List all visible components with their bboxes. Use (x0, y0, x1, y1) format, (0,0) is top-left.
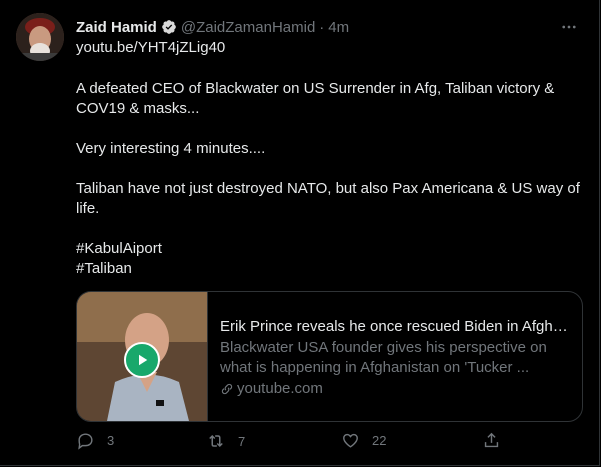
card-title: Erik Prince reveals he once rescued Bide… (220, 318, 570, 335)
tweet-text-line-3: Very interesting 4 minutes.... (76, 140, 266, 157)
tweet-header: Zaid Hamid @ZaidZamanHamid · 4m (76, 17, 349, 37)
hashtag-kabulaiport[interactable]: #KabulAiport (76, 239, 162, 259)
avatar[interactable] (16, 13, 64, 61)
share-button[interactable] (482, 431, 501, 450)
reply-button[interactable]: 3 (76, 431, 114, 450)
reply-count: 3 (107, 433, 115, 448)
tweet-container[interactable]: Zaid Hamid @ZaidZamanHamid · 4m youtu.be… (0, 0, 600, 466)
hashtag-taliban[interactable]: #Taliban (76, 259, 132, 279)
retweet-button[interactable]: 7 (206, 431, 245, 451)
tweet-text-line-4: Taliban have not just destroyed NATO, bu… (76, 180, 580, 197)
like-count: 22 (372, 433, 387, 448)
tweet-text-line-2: COV19 & masks... (76, 100, 200, 117)
retweet-count: 7 (238, 433, 246, 449)
card-domain: youtube.com (220, 379, 570, 399)
link-icon (221, 383, 233, 395)
video-thumbnail[interactable] (77, 292, 208, 421)
author-name[interactable]: Zaid Hamid (76, 19, 157, 36)
link-preview-card[interactable]: Erik Prince reveals he once rescued Bide… (76, 291, 583, 422)
card-description: Blackwater USA founder gives his perspec… (220, 338, 570, 378)
reply-icon (78, 433, 93, 450)
more-icon[interactable] (556, 14, 582, 40)
card-description-line-2: what is happening in Afghanistan on 'Tuc… (220, 359, 530, 376)
card-domain-text: youtube.com (237, 380, 323, 397)
card-body: Erik Prince reveals he once rescued Bide… (208, 292, 582, 421)
retweet-icon (209, 434, 223, 448)
tweet-link[interactable]: youtu.be/YHT4jZLig40 (76, 38, 225, 58)
author-handle[interactable]: @ZaidZamanHamid (181, 19, 315, 36)
share-icon (484, 432, 499, 448)
tweet-text-line-5: life. (76, 200, 100, 217)
separator-dot: · (319, 18, 325, 36)
like-button[interactable]: 22 (341, 431, 386, 450)
card-description-line-1: Blackwater USA founder gives his perspec… (220, 339, 547, 356)
play-icon[interactable] (124, 342, 160, 378)
like-icon (343, 433, 358, 448)
tweet-actions: 3 7 22 (76, 431, 506, 455)
tweet-timestamp[interactable]: 4m (328, 19, 349, 36)
verified-badge-icon (161, 19, 177, 35)
tweet-text-line-1: A defeated CEO of Blackwater on US Surre… (76, 80, 555, 97)
